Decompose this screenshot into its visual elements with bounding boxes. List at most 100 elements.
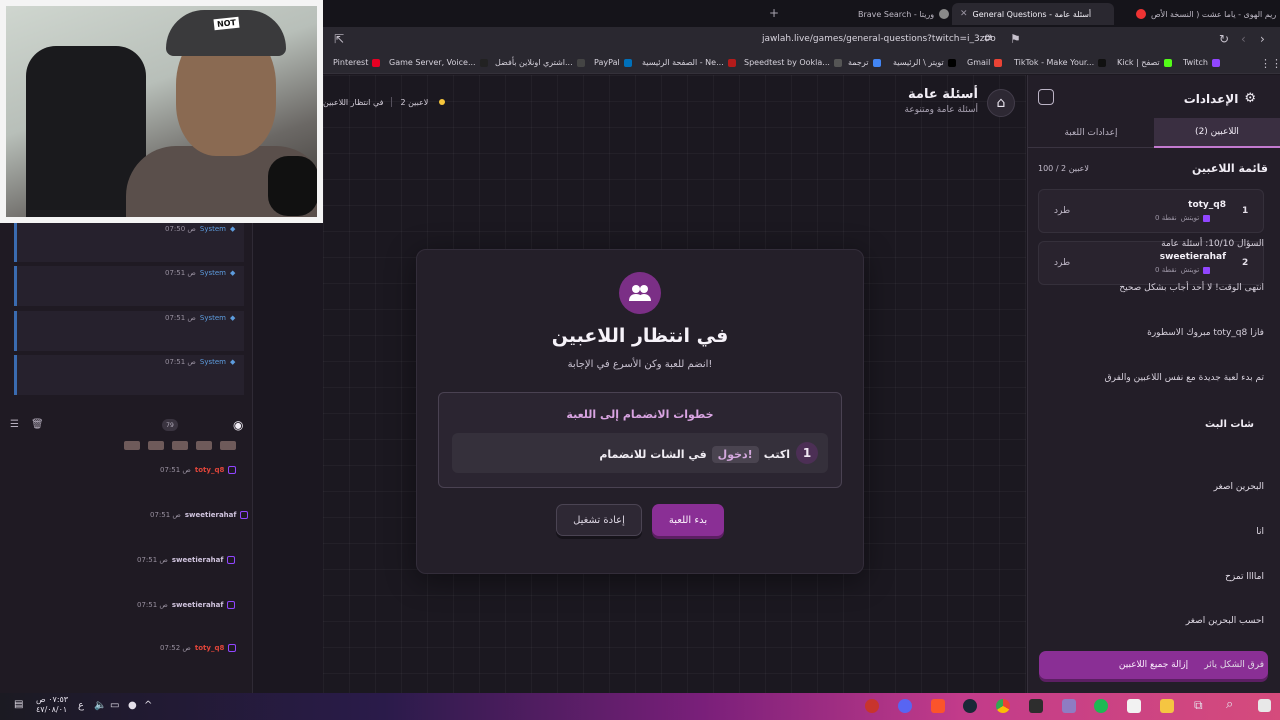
restart-button[interactable]: إعادة تشغيل [556,504,642,536]
player-rank: 2 [1242,258,1249,268]
discord-icon[interactable] [898,699,912,713]
twitch-icon [1203,266,1211,274]
folder-icon[interactable] [1160,699,1174,713]
search-icon[interactable]: ⌕ [1226,697,1233,712]
forward-arrow-icon[interactable]: ‹ [1241,32,1246,46]
new-tab-icon[interactable]: + [769,6,779,20]
windows-start-icon[interactable] [1258,699,1271,712]
cap-shape [166,10,286,56]
kick-player-button[interactable]: طرد [1054,206,1070,216]
twitch-icon [227,601,236,609]
chat-message-text: البحرين اصغر [1213,482,1264,492]
system-message-head: 07:51 ص System ◆ [165,358,236,366]
bookmark-translate[interactable]: ترجمة [848,58,881,67]
bookmarks-menu-icon[interactable]: ⋮⋮ [1260,57,1280,70]
join-steps-title: خطوات الانضمام إلى اللعبة [566,408,714,421]
volume-icon[interactable]: 🔈 [94,700,106,711]
tab-game-settings[interactable]: إعدادات اللعبة [1028,118,1154,148]
step-number: 1 [796,442,818,464]
system-message-text: مبروك الاسطورة toty_q8 فازا [1147,328,1264,338]
kick-icon [1163,58,1172,67]
microphone-icon[interactable]: ● [128,700,137,711]
twitch-icon [1211,58,1220,67]
app-icon[interactable] [865,699,879,713]
settings-title: الإعدادات ⚙ [1183,91,1256,106]
shield-icon: ◆ [229,314,236,322]
join-command: !دخول [711,446,759,463]
player-meta: 0 نقطة تويتش [1155,266,1211,274]
trash-icon[interactable]: 🗑 [31,419,44,430]
pinterest-icon [372,58,381,67]
network-icon[interactable]: ▭ [110,700,119,711]
player-name: toty_q8 [1188,200,1226,210]
chat-viewer-count: 79 [162,419,178,431]
url-field[interactable]: jawlah.live/games/general-questions?twit… [762,34,996,44]
bookmark-twitch[interactable]: Twitch [1183,58,1220,67]
start-game-button[interactable]: بدء اللعبة [652,504,724,536]
system-message-head: 07:50 ص System ◆ [165,225,236,233]
taskbar-clock[interactable]: ٠٧:٥٣ ص ٤٧/٠٨/٠١ [36,695,68,715]
bookmark-tiktok[interactable]: TikTok - Make Your... [1014,58,1107,67]
player-row [1038,189,1264,233]
bookmark-icon[interactable]: ⚑ [1010,32,1021,46]
task-view-icon[interactable]: ⧉ [1194,698,1203,713]
emote-row [124,441,236,450]
game-status: في انتظار اللاعبين 2 لاعبين [323,97,446,107]
system-message-text: انتهى الوقت! لا أحد أجاب بشكل صحيح [1119,283,1264,293]
sidebar-toggle-icon[interactable]: ⇱ [334,32,344,46]
settings-list-icon[interactable]: ☰ [10,419,19,430]
bookmark-twitter[interactable]: تويتر \ الرئيسية [893,58,956,67]
bookmark-paypal[interactable]: PayPal [594,58,632,67]
store-icon[interactable] [1127,699,1141,713]
player-meta: 0 نقطة تويتش [1155,214,1211,222]
webcam-feed: NOT [6,6,317,217]
app-icon[interactable] [1094,699,1108,713]
twitch-icon [240,511,249,519]
bookmark-kick[interactable]: Kick | تصفح [1117,58,1172,67]
tray-expand-icon[interactable]: ^ [144,700,152,711]
bookmark-pinterest[interactable]: Pinterest [333,58,381,67]
waiting-title: في انتظار اللاعبين [551,325,729,347]
shop-icon [576,58,585,67]
home-icon: ⌂ [996,95,1006,111]
tab-players[interactable]: اللاعبين (2) [1154,118,1280,148]
taskbar [0,693,1280,720]
microphone-shape [268,156,317,216]
reload-icon[interactable]: ↻ [1219,32,1229,46]
tab-general-questions[interactable]: ✕ General Questions - أسئلة عامة [952,3,1114,25]
collapse-panel-icon[interactable] [1038,89,1054,105]
system-message-text: تم بدء لعبة جديدة مع نفس اللاعبين والفرق [1104,373,1264,383]
chrome-icon[interactable] [996,699,1010,713]
chat-message-head: 07:51 ص toty_q8 [160,466,237,474]
bookmark-shop[interactable]: اشتري اونلاين بأفضل... [495,58,585,67]
bookmark-home[interactable]: الصفحة الرئيسية - Ne... [642,58,736,67]
terminal-icon[interactable] [1029,699,1043,713]
bookmark-game-server[interactable]: Game Server, Voice... [389,58,488,67]
home-button[interactable]: ⌂ [987,89,1015,117]
twitch-icon [227,556,236,564]
steam-icon[interactable] [963,699,977,713]
youtube-icon [1136,9,1146,19]
notification-icon[interactable]: ▤ [14,699,23,710]
chat-message-text: احسب البحرين اصغر [1185,616,1264,626]
input-language[interactable]: ع [78,700,84,711]
player-name: sweetierahaf [1159,252,1226,262]
divider [391,97,393,107]
paypal-icon [623,58,632,67]
tab-brave-search[interactable]: Brave Search - وريتا [850,3,957,25]
close-icon[interactable]: ✕ [960,9,968,19]
tab-music[interactable]: ريم الهوى - ياما عشت ( النسخة الأص [1128,3,1280,25]
emote-icon [124,441,140,450]
tiktok-icon [1098,58,1107,67]
system-message-text: السؤال 10/10: أسئلة عامة [1161,239,1264,249]
player-rank: 1 [1242,206,1249,216]
kick-player-button[interactable]: طرد [1054,258,1070,268]
brave-icon[interactable] [931,699,945,713]
app-icon[interactable] [1062,699,1076,713]
translate-icon [872,58,881,67]
home-site-icon [727,58,736,67]
bookmark-speedtest[interactable]: Speedtest by Ookla... [744,58,842,67]
bookmark-gmail[interactable]: Gmail [967,58,1003,67]
back-arrow-icon[interactable]: › [1260,32,1265,46]
twitch-icon [1203,214,1211,222]
